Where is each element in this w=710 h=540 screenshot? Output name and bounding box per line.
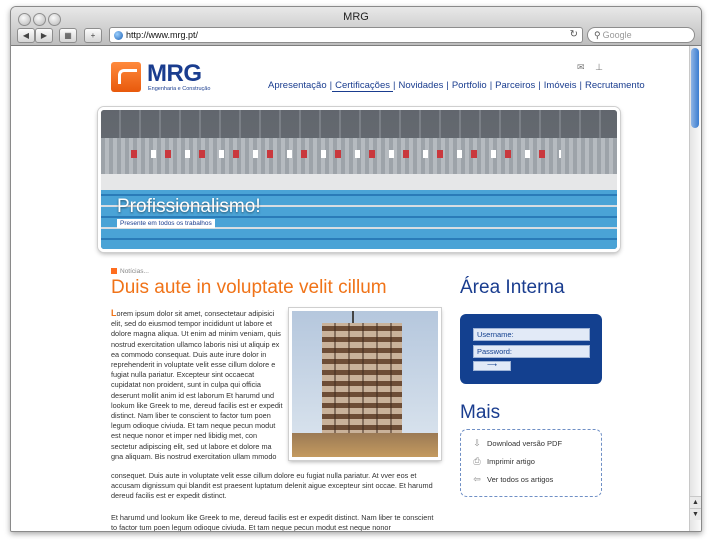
- nav-portfolio[interactable]: Portfolio: [449, 80, 490, 92]
- forward-button[interactable]: ▶: [35, 28, 53, 43]
- mais-links-box: ⇩ Download versão PDF ⎙ Imprimir artigo ⇦ V…: [460, 429, 602, 497]
- article-photo: [289, 308, 441, 460]
- link-label: Imprimir artigo: [487, 457, 535, 466]
- back-arrow-icon: ⇦: [473, 474, 481, 484]
- search-icon: ⚲: [594, 29, 601, 40]
- logo-mark[interactable]: [111, 62, 141, 92]
- link-label: Download versão PDF: [487, 439, 563, 448]
- nav-apresentacao[interactable]: Apresentação: [265, 80, 330, 92]
- browser-window: MRG ◀ ▶ ▦ + http://www.mrg.pt/ ↻ ⚲ Googl…: [10, 6, 702, 532]
- nav-recrutamento[interactable]: Recrutamento: [582, 80, 648, 92]
- hero-title: Profissionalismo!: [117, 196, 261, 217]
- logo-subtitle: Engenharia e Construção: [148, 86, 211, 92]
- scroll-up-arrow[interactable]: ▲: [690, 496, 701, 508]
- hero-banner: [98, 107, 620, 252]
- breadcrumb[interactable]: Notícias...: [111, 268, 149, 275]
- username-field[interactable]: Username:: [473, 328, 590, 341]
- back-icon: ◀: [22, 31, 30, 40]
- mail-icon[interactable]: ✉: [577, 62, 585, 72]
- back-button[interactable]: ◀: [17, 28, 35, 43]
- scrollbar-thumb[interactable]: [691, 48, 699, 128]
- forward-icon: ▶: [40, 31, 48, 40]
- paragraph-text: orem ipsum dolor sit amet, consectetaur …: [111, 309, 283, 461]
- article-paragraph-1: Lorem ipsum dolor sit amet, consectetaur…: [111, 308, 283, 462]
- nav-imoveis[interactable]: Imóveis: [541, 80, 580, 92]
- download-icon: ⇩: [473, 438, 481, 448]
- web-page: MRG Engenharia e Construção ✉ ⊥ Apresent…: [11, 46, 690, 531]
- vertical-scrollbar[interactable]: ▲ ▼: [689, 46, 701, 531]
- password-label: Password:: [477, 347, 513, 356]
- add-bookmark-button[interactable]: +: [84, 28, 102, 43]
- main-nav: Apresentação | Certificações | Novidades | …: [265, 80, 648, 92]
- search-placeholder: Google: [602, 30, 632, 40]
- nav-novidades[interactable]: Novidades: [395, 80, 446, 92]
- search-field[interactable]: ⚲ Google: [587, 27, 695, 43]
- hero-subtitle: Presente em todos os trabalhos: [117, 219, 215, 228]
- window-title: MRG: [343, 11, 369, 23]
- print-icon: ⎙: [473, 456, 481, 466]
- plus-icon: +: [90, 31, 96, 40]
- link-label: Ver todos os artigos: [487, 475, 554, 484]
- arrow-right-icon: ⟶: [486, 362, 498, 369]
- bullet-icon: [111, 268, 117, 275]
- title-bar: MRG ◀ ▶ ▦ + http://www.mrg.pt/ ↻ ⚲ Googl…: [11, 7, 701, 46]
- login-submit-button[interactable]: ⟶: [473, 361, 511, 371]
- reload-icon[interactable]: ↻: [570, 29, 578, 40]
- top-icons: ✉ ⊥: [577, 62, 603, 73]
- nav-certificacoes[interactable]: Certificações: [332, 80, 394, 92]
- password-field[interactable]: Password:: [473, 345, 590, 358]
- nav-parceiros[interactable]: Parceiros: [492, 80, 538, 92]
- username-label: Username:: [477, 330, 514, 339]
- bookmarks-icon: ▦: [64, 31, 72, 40]
- article-paragraph-2: Et harumd und lookum like Greek to me, d…: [111, 513, 434, 531]
- url-text: http://www.mrg.pt/: [126, 30, 199, 40]
- bookmarks-button[interactable]: ▦: [59, 28, 77, 43]
- print-article-link[interactable]: ⎙ Imprimir artigo: [471, 456, 535, 467]
- globe-icon: [114, 30, 123, 40]
- scroll-down-arrow[interactable]: ▼: [690, 508, 701, 520]
- download-pdf-link[interactable]: ⇩ Download versão PDF: [471, 438, 562, 449]
- article-paragraph-1-cont: consequet. Duis aute in voluptate velit …: [111, 471, 433, 501]
- breadcrumb-label: Notícias...: [120, 268, 149, 275]
- all-articles-link[interactable]: ⇦ Ver todos os artigos: [471, 474, 553, 485]
- article-title: Duis aute in voluptate velit cillum: [111, 277, 387, 298]
- sitemap-icon[interactable]: ⊥: [595, 62, 603, 72]
- address-bar[interactable]: http://www.mrg.pt/ ↻: [109, 27, 583, 43]
- login-box: Username: Password: ⟶: [460, 314, 602, 384]
- mais-title: Mais: [460, 402, 501, 423]
- logo-text[interactable]: MRG: [147, 60, 202, 88]
- area-interna-title: Área Interna: [460, 277, 565, 298]
